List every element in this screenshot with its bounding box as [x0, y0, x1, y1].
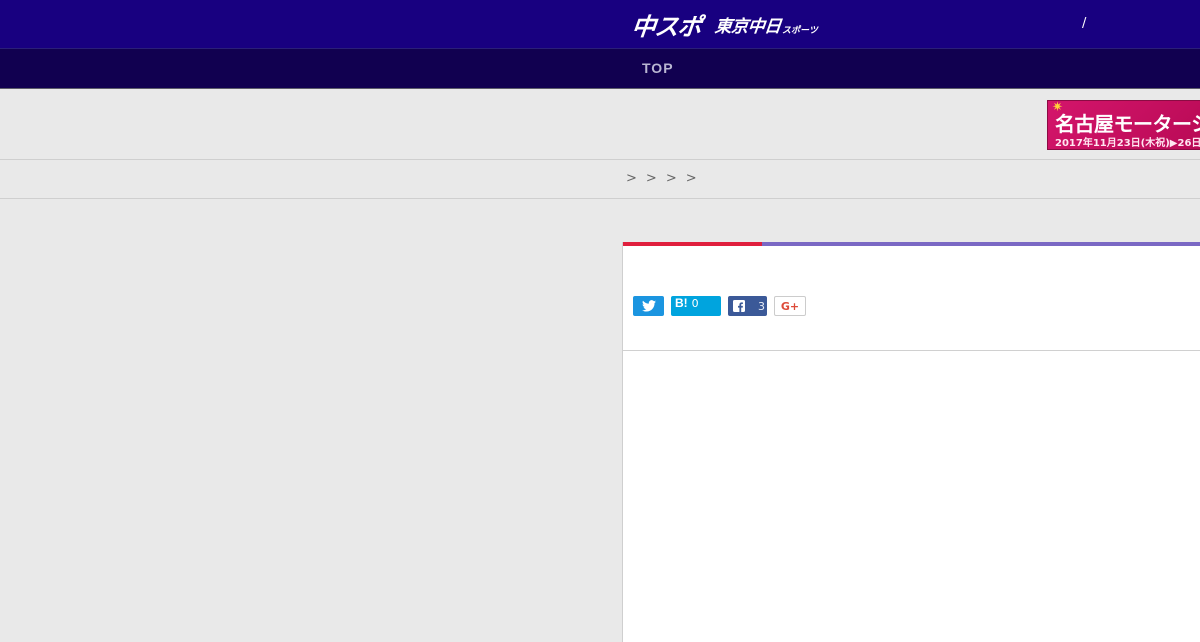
logo-sports: スポーツ	[782, 25, 818, 36]
twitter-share-button[interactable]	[633, 296, 664, 316]
tab-indicator-active	[623, 242, 762, 246]
facebook-icon	[733, 300, 745, 312]
article-tab-indicator	[623, 242, 1200, 246]
facebook-count: 3	[758, 299, 765, 313]
breadcrumb-separator[interactable]: >	[666, 171, 677, 186]
hatena-icon: B!	[675, 296, 688, 310]
article-panel: B! 0 3 G+	[622, 242, 1200, 642]
main-nav: TOP	[0, 48, 1200, 89]
logo-tokyo-chunichi: 東京中日	[713, 16, 782, 37]
header-separator: /	[1082, 16, 1087, 31]
hatena-count: 0	[691, 297, 699, 310]
facebook-share-button[interactable]: 3	[728, 296, 767, 316]
article-divider	[623, 350, 1200, 351]
hatena-bookmark-button[interactable]: B! 0	[671, 296, 721, 316]
breadcrumb-separator[interactable]: >	[646, 171, 657, 186]
breadcrumb: > > > >	[626, 171, 697, 186]
site-header: 中スポ 東京中日 スポーツ /	[0, 0, 1200, 48]
breadcrumb-bar: > > > >	[0, 161, 1200, 199]
google-plus-icon: G+	[780, 299, 800, 313]
nav-top-link[interactable]: TOP	[642, 60, 674, 76]
logo-chuspo: 中スポ	[630, 12, 703, 41]
breadcrumb-separator[interactable]: >	[626, 171, 637, 186]
google-plus-share-button[interactable]: G+	[774, 296, 806, 316]
ad-title: 名古屋モーターシ	[1055, 112, 1200, 136]
site-logo[interactable]: 中スポ 東京中日 スポーツ	[630, 8, 818, 41]
ad-date: 2017年11月23日(木祝)▶26日(日) AM	[1055, 138, 1200, 149]
share-buttons: B! 0 3 G+	[633, 296, 813, 316]
tab-indicator-rest	[762, 242, 1200, 246]
breadcrumb-separator[interactable]: >	[686, 171, 697, 186]
twitter-icon	[641, 300, 656, 312]
banner-area: ✷ 名古屋モーターシ 2017年11月23日(木祝)▶26日(日) AM	[0, 90, 1200, 160]
ad-banner[interactable]: ✷ 名古屋モーターシ 2017年11月23日(木祝)▶26日(日) AM	[1047, 100, 1200, 150]
